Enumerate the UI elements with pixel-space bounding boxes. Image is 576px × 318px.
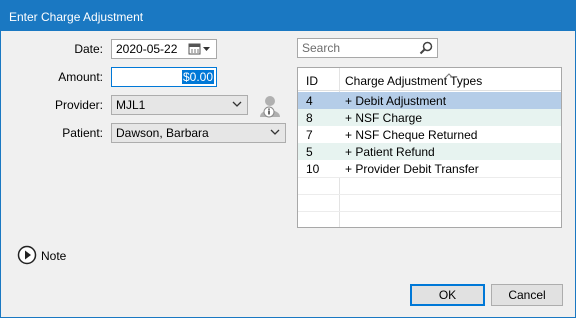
row-id: 4	[306, 94, 313, 108]
row-type: + NSF Charge	[345, 111, 423, 125]
sort-ascending-icon	[444, 68, 454, 79]
play-circle-icon	[17, 245, 37, 265]
provider-select[interactable]: MJL1	[111, 95, 248, 115]
calendar-icon[interactable]	[188, 42, 212, 56]
amount-field[interactable]: $0.00	[111, 67, 217, 87]
search-icon[interactable]	[419, 41, 433, 55]
search-input[interactable]: Search	[297, 38, 438, 58]
date-field[interactable]: 2020-05-22	[111, 39, 217, 59]
row-type: + NSF Cheque Returned	[345, 128, 478, 142]
title-bar: Enter Charge Adjustment	[1, 1, 575, 31]
date-label: Date:	[74, 42, 103, 56]
column-header-type[interactable]: Charge Adjustment Types	[345, 74, 482, 88]
grid-header: ID Charge Adjustment Types	[298, 68, 561, 91]
row-id: 7	[306, 128, 313, 142]
provider-label: Provider:	[54, 98, 103, 112]
row-type: + Provider Debit Transfer	[345, 162, 479, 176]
row-type: + Patient Refund	[345, 145, 435, 159]
search-placeholder: Search	[302, 41, 341, 55]
patient-label: Patient:	[62, 126, 103, 140]
column-header-id[interactable]: ID	[306, 74, 318, 88]
chevron-down-icon	[232, 98, 242, 110]
patient-select[interactable]: Dawson, Barbara	[111, 123, 286, 143]
row-id: 5	[306, 145, 313, 159]
row-type: + Debit Adjustment	[345, 94, 447, 108]
ok-button[interactable]: OK	[410, 284, 485, 306]
chevron-down-icon	[270, 126, 280, 138]
note-label: Note	[41, 249, 67, 263]
provider-value: MJL1	[116, 98, 146, 112]
amount-value: $0.00	[181, 70, 214, 84]
empty-row-divider	[298, 177, 561, 178]
amount-label: Amount:	[58, 70, 103, 84]
empty-row-divider	[298, 194, 561, 195]
row-id: 10	[306, 162, 320, 176]
table-row[interactable]: 10 + Provider Debit Transfer	[298, 160, 561, 177]
note-toggle[interactable]: Note	[17, 245, 77, 265]
row-id: 8	[306, 111, 313, 125]
window-title: Enter Charge Adjustment	[9, 10, 144, 24]
charge-adjustment-types-grid[interactable]: ID Charge Adjustment Types 4 + Debit Adj…	[297, 67, 562, 228]
provider-info-icon[interactable]	[257, 93, 283, 119]
cancel-button[interactable]: Cancel	[491, 284, 563, 306]
table-row[interactable]: 5 + Patient Refund	[298, 143, 561, 160]
patient-value: Dawson, Barbara	[116, 126, 209, 140]
table-row[interactable]: 8 + NSF Charge	[298, 109, 561, 126]
table-row[interactable]: 7 + NSF Cheque Returned	[298, 126, 561, 143]
date-value: 2020-05-22	[116, 42, 178, 56]
empty-row-divider	[298, 211, 561, 212]
table-row[interactable]: 4 + Debit Adjustment	[298, 92, 561, 109]
charge-adjustment-dialog: Enter Charge Adjustment Date: 2020-05-22…	[0, 0, 576, 318]
